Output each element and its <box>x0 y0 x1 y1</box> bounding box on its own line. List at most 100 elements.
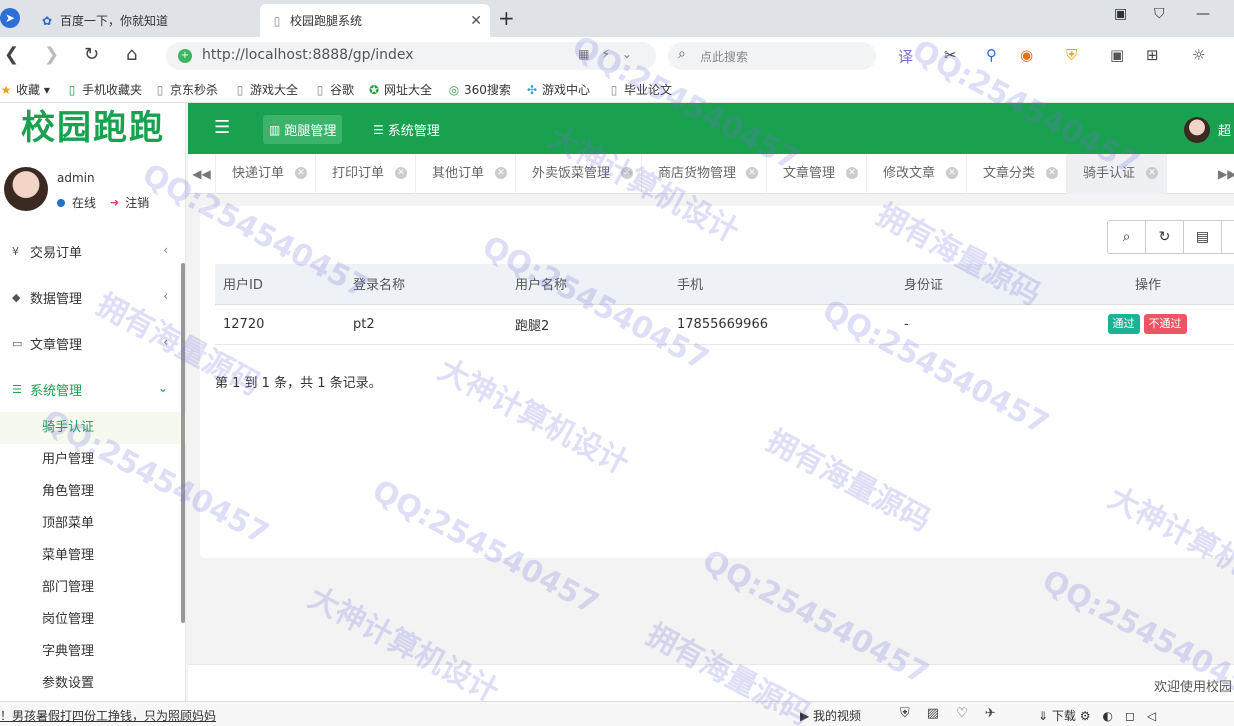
game-icon[interactable]: ◉ <box>1020 46 1033 64</box>
export-icon[interactable] <box>1221 220 1234 254</box>
close-tab-icon[interactable]: ✕ <box>946 167 958 179</box>
new-tab-icon[interactable]: + <box>498 6 515 30</box>
close-tab-icon[interactable]: ✕ <box>295 167 307 179</box>
apps-grid-icon[interactable]: ⊞ <box>1146 46 1159 64</box>
sidebar-subitem-params[interactable]: 参数设置 <box>0 668 186 700</box>
refresh-icon[interactable]: ↻ <box>84 44 99 65</box>
sidebar-subitem-departments[interactable]: 部门管理 <box>0 572 186 604</box>
sidebar-item-system[interactable]: ☰ 系统管理 ⌄ <box>0 369 186 409</box>
page-tab[interactable]: 快递订单 ✕ <box>216 154 316 194</box>
back-icon[interactable]: ❮ <box>4 44 19 65</box>
footer-text: 欢迎使用校园 <box>1154 680 1233 695</box>
bookmark-item[interactable]: ▯ 京东秒杀 <box>154 81 218 98</box>
logout-link[interactable]: 注销 <box>125 194 149 211</box>
magnifier-icon[interactable]: ⚲ <box>986 46 997 64</box>
rocket-icon[interactable]: ✈ <box>985 706 996 721</box>
chevron-left-icon: ‹ <box>163 289 168 303</box>
file-icon: ▭ <box>12 336 23 350</box>
page-tab[interactable]: 商店货物管理 ✕ <box>642 154 767 194</box>
app-logo: 校园跑跑 <box>21 108 165 148</box>
heart-icon[interactable]: ♡ <box>956 706 968 721</box>
column-header[interactable]: 身份证 <box>896 264 1101 305</box>
browser-tab-baidu[interactable]: ✿ 百度一下，你就知道 <box>30 4 258 37</box>
minimize-icon[interactable]: — <box>1196 6 1210 22</box>
close-tab-icon[interactable]: ✕ <box>1046 167 1058 179</box>
bookmark-item[interactable]: ✣ 游戏中心 <box>526 81 590 98</box>
top-user-name[interactable]: 超 <box>1218 120 1231 139</box>
sidebar-subitem-rider-auth[interactable]: 骑手认证 <box>0 412 186 444</box>
search-icon[interactable]: ⌕ <box>1107 220 1146 254</box>
shield-icon[interactable]: ⛨ <box>900 706 910 721</box>
logout-icon[interactable]: ➜ <box>110 196 119 209</box>
download-button[interactable]: ⇓ 下载 ⚙◐◻◁ <box>1038 707 1168 724</box>
shield-icon[interactable]: ⛨ <box>1066 46 1077 64</box>
bookmark-item[interactable]: ▯ 谷歌 <box>314 81 354 98</box>
sidebar-item-articles[interactable]: ▭ 文章管理 ‹ <box>0 323 186 363</box>
sidebar-subitem-top-menu[interactable]: 顶部菜单 <box>0 508 186 540</box>
column-header[interactable]: 登录名称 <box>345 264 507 305</box>
sidebar-subitem-menus[interactable]: 菜单管理 <box>0 540 186 572</box>
bookmark-item[interactable]: ▯ 游戏大全 <box>234 81 298 98</box>
column-header[interactable]: 操作 <box>1101 264 1234 305</box>
bookmark-item[interactable]: ✪ 网址大全 <box>368 81 432 98</box>
reject-button[interactable]: 不通过 <box>1143 314 1187 334</box>
browser-tab-active[interactable]: ▯ 校园跑腿系统 ✕ <box>260 4 490 37</box>
tabs-next-icon[interactable]: ▶▶ <box>1218 154 1234 194</box>
sidebar-item-orders[interactable]: ¥ 交易订单 ‹ <box>0 231 186 271</box>
browser-logo-icon[interactable]: ➤ <box>0 8 20 28</box>
image-icon[interactable]: ▨ <box>927 706 939 721</box>
news-ticker-link[interactable]: ！男孩暑假打四份工挣钱，只为照顾妈妈 <box>0 707 216 724</box>
extension-icon[interactable]: ▣ <box>1110 46 1124 64</box>
column-header[interactable]: 用户名称 <box>507 264 669 305</box>
url-action-icons[interactable]: ▦⚡⌄ <box>578 47 644 61</box>
bookmark-item[interactable]: ★ 收藏 ▾ <box>0 81 50 98</box>
status-tool-icons[interactable]: ⚙◐◻◁ <box>1080 709 1168 723</box>
refresh-icon[interactable]: ↻ <box>1145 220 1184 254</box>
translate-icon[interactable]: 译 <box>898 46 913 67</box>
close-tab-icon[interactable]: ✕ <box>395 167 407 179</box>
page-tab[interactable]: 修改文章 ✕ <box>867 154 967 194</box>
page-tab-active[interactable]: 骑手认证 ✕ <box>1067 154 1167 194</box>
page-tab[interactable]: 文章分类 ✕ <box>967 154 1067 194</box>
home-icon[interactable]: ⌂ <box>126 44 137 65</box>
shirt-icon[interactable]: ⛉ <box>1154 6 1165 22</box>
close-tab-icon[interactable]: ✕ <box>621 167 633 179</box>
sidebar-scrollbar[interactable] <box>181 263 185 623</box>
forward-icon[interactable]: ❯ <box>44 44 59 65</box>
url-field[interactable]: + http://localhost:8888/gp/index ▦⚡⌄ <box>166 42 656 70</box>
sidebar-subitem-dict[interactable]: 字典管理 <box>0 636 186 668</box>
page-icon: ▯ <box>610 83 618 97</box>
tab-count-icon[interactable]: ▣ <box>1114 6 1127 22</box>
close-tab-icon[interactable]: ✕ <box>495 167 507 179</box>
tabs-prev-icon[interactable]: ◀◀ <box>188 154 216 194</box>
top-avatar[interactable] <box>1184 117 1210 143</box>
page-tab[interactable]: 外卖饭菜管理 ✕ <box>516 154 642 194</box>
my-video-button[interactable]: ▶ 我的视频 <box>800 707 861 724</box>
approve-button[interactable]: 通过 <box>1107 314 1140 334</box>
bookmark-item[interactable]: ▯ 手机收藏夹 <box>66 81 142 98</box>
browser-tab-label: 百度一下，你就知道 <box>60 14 169 28</box>
topnav-runner[interactable]: ▥ 跑腿管理 <box>263 115 343 144</box>
column-header[interactable]: 用户ID <box>215 264 345 305</box>
sidebar-subitem-posts[interactable]: 岗位管理 <box>0 604 186 636</box>
close-tab-icon[interactable]: ✕ <box>1146 167 1158 179</box>
page-tab[interactable]: 打印订单 ✕ <box>316 154 416 194</box>
sidebar-subitem-users[interactable]: 用户管理 <box>0 444 186 476</box>
page-tab[interactable]: 其他订单 ✕ <box>416 154 516 194</box>
hamburger-icon[interactable]: ☰ <box>214 117 230 138</box>
column-header[interactable]: 手机 <box>669 264 896 305</box>
bookmark-item[interactable]: ▯ 毕业论文 <box>608 81 672 98</box>
cube-icon: ◆ <box>12 290 21 304</box>
brightness-icon[interactable]: ☼ <box>1192 46 1205 64</box>
columns-icon[interactable]: ▤ <box>1183 220 1222 254</box>
sidebar-item-data[interactable]: ◆ 数据管理 ‹ <box>0 277 186 317</box>
close-tab-icon[interactable]: ✕ <box>746 167 758 179</box>
sidebar-subitem-roles[interactable]: 角色管理 <box>0 476 186 508</box>
close-tab-icon[interactable]: ✕ <box>470 13 482 29</box>
browser-search-input[interactable]: ⌕ 点此搜索 <box>668 42 876 70</box>
bookmark-item[interactable]: ◎ 360搜索 <box>448 81 511 98</box>
scissors-icon[interactable]: ✂ <box>944 46 957 64</box>
topnav-system[interactable]: ☰ 系统管理 <box>367 115 446 144</box>
close-tab-icon[interactable]: ✕ <box>846 167 858 179</box>
page-tab[interactable]: 文章管理 ✕ <box>767 154 867 194</box>
